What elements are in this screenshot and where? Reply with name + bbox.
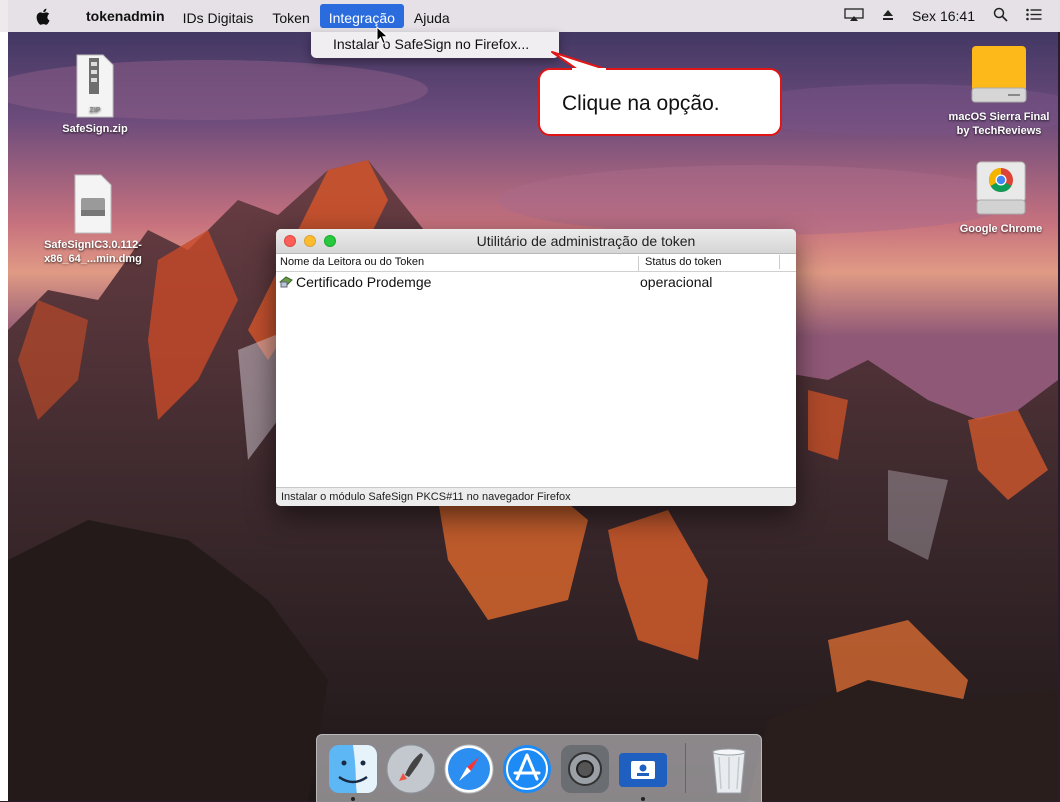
menu-bar: tokenadmin IDs Digitais Token Integração… — [0, 0, 1060, 32]
desktop-icon-label-line1: SafeSignIC3.0.112- — [44, 239, 142, 251]
column-divider — [779, 255, 780, 269]
tokenadmin-app-icon[interactable] — [617, 743, 669, 795]
token-status-cell: operacional — [640, 274, 713, 290]
token-name-cell: Certificado Prodemge — [296, 274, 432, 290]
desktop-icon-label-line2: by TechReviews — [956, 125, 1042, 137]
integracao-dropdown-menu: Instalar o SafeSign no Firefox... — [311, 32, 559, 58]
menu-token[interactable]: Token — [263, 4, 318, 28]
system-preferences-icon[interactable] — [559, 743, 611, 795]
desktop-icon-label-line1: macOS Sierra Final — [948, 111, 1050, 123]
eject-icon[interactable] — [882, 8, 894, 24]
desktop-icon-label: Google Chrome — [959, 223, 1043, 235]
status-area: Sex 16:41 — [844, 0, 1060, 32]
window-status-bar: Instalar o módulo SafeSign PKCS#11 no na… — [276, 487, 796, 506]
zip-badge: ZIP — [90, 107, 101, 114]
desktop-icon-safesign-zip[interactable]: ZIP SafeSign.zip — [50, 54, 140, 136]
spotlight-search-icon[interactable] — [993, 7, 1008, 25]
column-header-token-status[interactable]: Status do token — [638, 256, 778, 271]
status-bar-text: Instalar o módulo SafeSign PKCS#11 no na… — [281, 491, 571, 503]
window-title: Utilitário de administração de token — [476, 233, 696, 249]
left-frame — [0, 0, 8, 801]
certificate-token-icon — [279, 276, 293, 288]
instruction-callout: Clique na opção. — [538, 68, 782, 136]
menu-app-name[interactable]: tokenadmin — [86, 8, 165, 24]
trash-icon[interactable] — [703, 743, 755, 795]
mouse-cursor-icon — [376, 26, 389, 45]
app-store-icon[interactable] — [501, 743, 553, 795]
column-header-token-name[interactable]: Nome da Leitora ou do Token — [280, 256, 424, 268]
external-drive-icon — [971, 46, 1027, 103]
table-header: Nome da Leitora ou do Token Status do to… — [276, 254, 796, 272]
finder-running-indicator — [351, 797, 355, 801]
safari-icon[interactable] — [443, 743, 495, 795]
disk-image-file-icon — [74, 174, 112, 234]
chrome-drive-icon — [976, 161, 1026, 215]
dock — [316, 734, 762, 802]
desktop-icon-google-chrome[interactable]: Google Chrome — [946, 160, 1056, 236]
desktop-icon-label: SafeSign.zip — [62, 123, 128, 135]
desktop-icon-macos-sierra-drive[interactable]: macOS Sierra Final by TechReviews — [938, 44, 1060, 138]
dock-separator — [685, 743, 686, 793]
table-row[interactable]: Certificado Prodemge operacional — [276, 273, 796, 291]
desktop-icon-safesign-dmg[interactable]: SafeSignIC3.0.112- x86_64_...min.dmg — [28, 174, 158, 266]
notification-center-icon[interactable] — [1026, 8, 1042, 24]
apple-menu-icon[interactable] — [36, 8, 58, 25]
token-admin-window: Utilitário de administração de token Nom… — [276, 229, 796, 506]
airplay-icon[interactable] — [844, 7, 864, 25]
tokenadmin-running-indicator — [641, 797, 645, 801]
window-titlebar[interactable]: Utilitário de administração de token — [276, 229, 796, 254]
menu-integracao[interactable]: Integração — [319, 4, 404, 28]
finder-icon[interactable] — [327, 743, 379, 795]
menu-clock[interactable]: Sex 16:41 — [912, 8, 975, 24]
desktop-icon-label-line2: x86_64_...min.dmg — [44, 253, 142, 265]
menu-ajuda[interactable]: Ajuda — [405, 4, 459, 28]
zip-file-icon: ZIP — [76, 54, 114, 118]
menu-ids-digitais[interactable]: IDs Digitais — [174, 4, 263, 28]
launchpad-icon[interactable] — [385, 743, 437, 795]
install-safesign-firefox-item[interactable]: Instalar o SafeSign no Firefox... — [333, 36, 529, 52]
callout-text: Clique na opção. — [562, 92, 720, 115]
